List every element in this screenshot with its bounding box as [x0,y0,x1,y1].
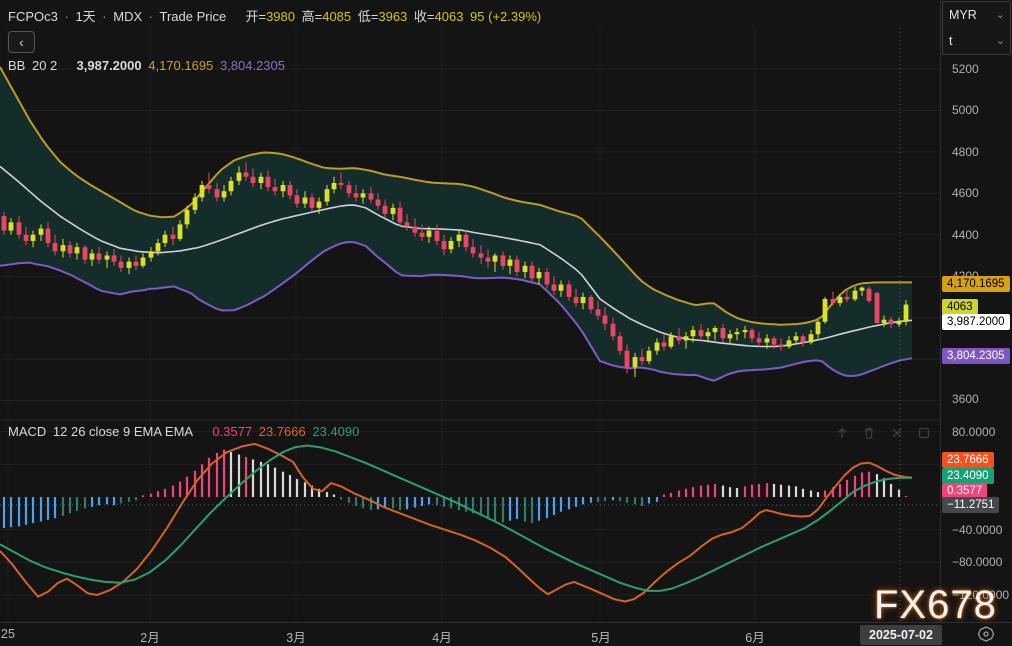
price-tick: 4800 [952,145,979,159]
bb-lower-value: 3,804.2305 [220,58,285,73]
pane-maximize-icon[interactable] [916,425,932,441]
price-tick: 4400 [952,228,979,242]
bb-upper-value: 4,170.1695 [148,58,213,73]
unit-button[interactable]: t ⌄ [943,28,1010,54]
series-label: Trade Price [160,9,227,24]
time-tick: 5月 [591,627,610,646]
interval-label[interactable]: 1天 [75,9,95,24]
watermark: FX678 [874,583,997,628]
macd-badge: 23.4090 [942,468,994,484]
pane-move-up-icon[interactable] [834,425,850,441]
axis-unit-box: MYR ⌄ t ⌄ [942,1,1011,55]
pane-close-icon[interactable] [889,425,905,441]
macd-name: MACD [8,424,46,439]
price-tick: 3600 [952,392,979,406]
macd-hist-value: 0.3577 [212,424,252,439]
back-button[interactable]: ‹ [8,31,35,53]
time-axis[interactable]: 25 2月 3月 4月 5月 6月 2025-07-02 [0,622,1012,646]
macd-signal-value: 23.4090 [312,424,359,439]
bb-name: BB [8,58,25,73]
exchange-label: MDX [113,9,142,24]
macd-params: 12 26 close 9 EMA EMA [53,424,193,439]
macd-tick: −80.0000 [952,555,1002,569]
macd-tick: −40.0000 [952,523,1002,537]
high-label: 高= [302,9,323,24]
time-tick: 3月 [286,627,305,646]
price-axis[interactable]: MYR ⌄ t ⌄ 520050004800460044004200360080… [940,0,1012,646]
low-label: 低= [358,9,379,24]
macd-legend[interactable]: MACD 12 26 close 9 EMA EMA 0.3577 23.766… [8,424,362,439]
chart-plot[interactable] [0,0,940,622]
crosshair-date-badge: 2025-07-02 [860,625,942,645]
time-tick: 25 [1,627,15,641]
time-tick: 4月 [432,627,451,646]
trading-chart-app: FCPOc3 · 1天 · MDX · Trade Price 开=3980 高… [0,0,1012,646]
price-badge: 3,804.2305 [942,348,1010,364]
price-tick: 4600 [952,186,979,200]
macd-line-value: 23.7666 [259,424,306,439]
chevron-down-icon: ⌄ [996,28,1005,54]
unit-label: t [949,34,952,48]
high-value: 4085 [322,9,351,24]
change-value: 95 (+2.39%) [470,9,541,24]
bb-legend[interactable]: BB 20 2 3,987.2000 4,170.1695 3,804.2305 [8,58,288,73]
symbol-name[interactable]: FCPOc3 [8,9,58,24]
bb-basis-value: 3,987.2000 [77,58,142,73]
symbol-legend: FCPOc3 · 1天 · MDX · Trade Price 开=3980 高… [8,6,544,25]
price-tick: 5000 [952,103,979,117]
pane-delete-icon[interactable] [861,425,877,441]
bb-params: 20 2 [32,58,57,73]
chevron-down-icon: ⌄ [996,2,1005,28]
close-value: 4063 [435,9,464,24]
price-badge: 4,170.1695 [942,276,1010,292]
low-value: 3963 [378,9,407,24]
macd-badge: 23.7666 [942,452,994,468]
time-tick: 6月 [745,627,764,646]
price-tick: 5200 [952,62,979,76]
price-badge: 3,987.2000 [942,314,1010,330]
open-value: 3980 [266,9,295,24]
time-tick: 2月 [140,627,159,646]
open-label: 开= [245,9,266,24]
currency-label: MYR [949,8,977,22]
macd-badge: −11.2751 [942,497,999,513]
price-badge: 4063 [942,299,978,315]
currency-button[interactable]: MYR ⌄ [943,2,1010,28]
close-label: 收= [414,9,435,24]
back-icon: ‹ [19,34,24,50]
macd-tick: 80.0000 [952,425,995,439]
